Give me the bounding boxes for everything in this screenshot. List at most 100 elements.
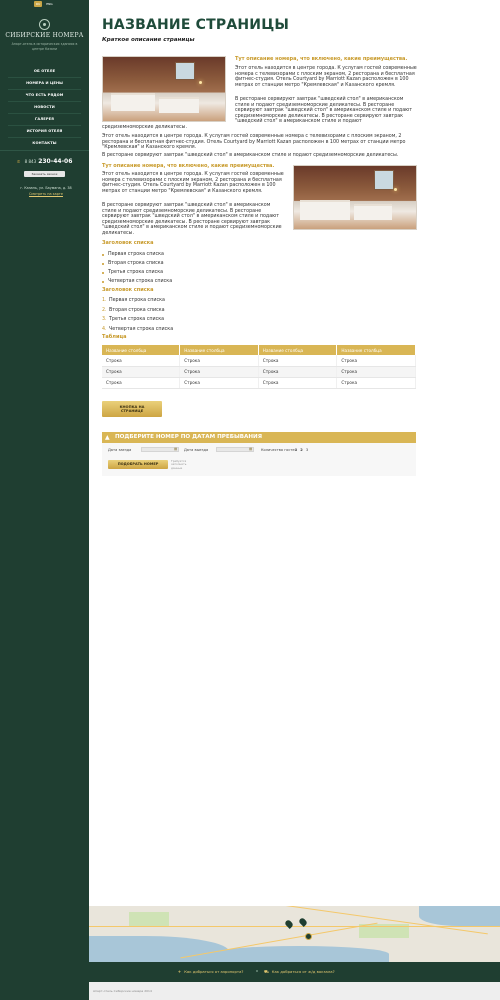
footer: Апарт-отель Сибирские номера 2014 [89,982,500,1000]
room-photo [102,56,226,122]
data-table: Название столбца Название столбца Назван… [102,345,416,389]
paragraph: Этот отель находится в центре города. К … [102,134,406,151]
photo-bed [354,204,392,220]
nav-history[interactable]: ИСТОРИЯ ОТЕЛЯ [0,126,89,137]
airport-directions-link[interactable]: ✈ Как добраться от аэропорта? [178,969,243,974]
guests-option-selected[interactable]: 2 [300,448,303,452]
map-link[interactable]: Смотреть на карте [6,192,86,196]
paragraph: В ресторане сервируют завтрак "шведский … [102,203,282,236]
map-river [89,936,229,962]
table-cell: Строка [179,377,259,389]
table-row: Строка Строка Строка Строка [102,366,416,378]
map-park [129,912,169,926]
copyright: Апарт-отель Сибирские номера 2014 [93,989,152,993]
table-row: Строка Строка Строка Строка [102,355,416,367]
map-pin-icon[interactable] [284,919,294,929]
nav-nearby[interactable]: ЧТО ЕСТЬ РЯДОМ [0,90,89,101]
phone-number: 230-44-06 [38,158,73,165]
paragraph: средиземноморские деликатесы. [102,125,187,130]
main-nav: ОБ ОТЕЛЕ НОМЕРА И ЦЕНЫ ЧТО ЕСТЬ РЯДОМ НО… [0,66,89,149]
table-row: Строка Строка Строка Строка [102,377,416,389]
guests-option[interactable]: 1 [295,448,297,452]
lang-ru[interactable]: RU [34,1,43,7]
paragraph: Этот отель находится в центре города. К … [235,66,417,88]
list-item: Вторая строка списка [102,259,172,268]
table-heading: Таблица [102,334,127,340]
page-title: НАЗВАНИЕ СТРАНИЦЫ [102,17,290,33]
page-button-label: КНОПКА НА СТРАНИЦЕ [120,405,145,414]
list-item-text: Вторая строка списка [109,307,165,313]
calendar-icon[interactable]: ▦ [249,447,253,451]
photo-bed [300,200,350,220]
list-item: Третья строка списка [102,268,172,277]
table-cell: Строка [336,355,416,367]
list-number: 2. [102,307,107,313]
form-note: Требуется заполнить данные [171,459,187,470]
booking-title: ПОДБЕРИТЕ НОМЕР ПО ДАТАМ ПРЕБЫВАНИЯ [115,434,263,440]
phone-icon: ✆ [16,159,21,164]
logo-emblem-icon[interactable] [39,19,50,30]
map[interactable] [89,906,500,962]
table-cell: Строка [258,366,338,378]
photo-lamp [394,188,397,191]
logo-tagline: Апарт-отель в исторических зданиях в цен… [11,42,78,51]
table-cell: Строка [258,377,338,389]
nav-news[interactable]: НОВОСТИ [0,102,89,113]
table-cell: Строка [179,366,259,378]
nav-rooms[interactable]: НОМЕРА И ЦЕНЫ [0,78,89,89]
list-item: 2. Вторая строка списка [102,306,173,316]
checkin-label: Дата заезда [108,448,132,452]
nav-about[interactable]: ОБ ОТЕЛЕ [0,66,89,77]
table-cell: Строка [258,355,338,367]
language-switcher: RU ENG [34,1,55,7]
guests-option[interactable]: 3 [306,448,308,452]
phone[interactable]: ✆ 8 843 230-44-06 [0,158,89,165]
phone-code: 8 843 [24,159,37,164]
train-icon: ⛟ [264,969,269,974]
list-heading: Заголовок списка [102,287,154,293]
hotel-marker-icon[interactable] [305,933,312,940]
guests-label: Количество гостей [261,448,297,452]
plane-icon: ✈ [178,969,182,974]
photo-bed [111,93,155,111]
table-header-row: Название столбца Название столбца Назван… [102,345,416,355]
list-item: Четвертая строка списка [102,277,172,286]
photo-window [374,170,394,190]
list-item-text: Третья строка списка [109,317,165,322]
calendar-icon[interactable]: ▦ [174,447,178,451]
nav-gallery[interactable]: ГАЛЕРЕЯ [0,114,89,125]
room-lead: Тут описание номера, что включено, какие… [235,56,408,62]
room-lead: Тут описание номера, что включено, какие… [102,163,275,169]
list-number: 3. [102,317,107,322]
paragraph: В ресторане сервируют завтрак "шведский … [235,97,412,125]
table-cell: Строка [336,366,416,378]
nav-contacts[interactable]: КОНТАКТЫ [0,138,89,149]
paragraph: В ресторане сервируют завтрак "шведский … [102,153,399,158]
photo-lamp [199,81,202,84]
rail-directions-link[interactable]: ⛟ Как добраться от ж/д вокзала? [264,969,335,975]
page-button-line: СТРАНИЦЕ [120,409,144,413]
page-button[interactable]: КНОПКА НА СТРАНИЦЕ [102,401,162,417]
table-header: Название столбца [179,345,259,355]
link-separator [256,970,258,972]
list-item: 1. Первая строка списка [102,296,173,306]
lang-eng[interactable]: ENG [44,1,54,7]
rail-directions-label: Как добраться от ж/д вокзала? [271,969,335,974]
logo-name[interactable]: СИБИРСКИЕ НОМЕРА [4,32,85,39]
sidebar: RU ENG СИБИРСКИЕ НОМЕРА Апарт-отель в ис… [0,0,89,1000]
pick-room-button[interactable]: ПОДОБРАТЬ НОМЕР [108,460,168,469]
checkout-label: Дата выезда [184,448,209,452]
paragraph: Этот отель находится в центре города. К … [102,172,284,194]
bullet-list: Первая строка списка Вторая строка списк… [102,250,172,286]
page-subtitle: Краткое описание страницы [102,37,195,43]
list-item-text: Четвертая строка списка [109,326,174,332]
list-item-text: Первая строка списка [109,298,165,303]
table-cell: Строка [336,377,416,389]
callback-button[interactable]: Заказать звонок [24,171,65,177]
table-cell: Строка [179,355,259,367]
photo-bed [159,97,199,113]
address: г. Казань, ул. Баумана, д. 38 [20,186,72,190]
table-header: Название столбца [258,345,338,355]
list-item: 4. Четвертая строка списка [102,325,173,335]
main-content: НАЗВАНИЕ СТРАНИЦЫ Краткое описание стран… [89,0,500,1000]
